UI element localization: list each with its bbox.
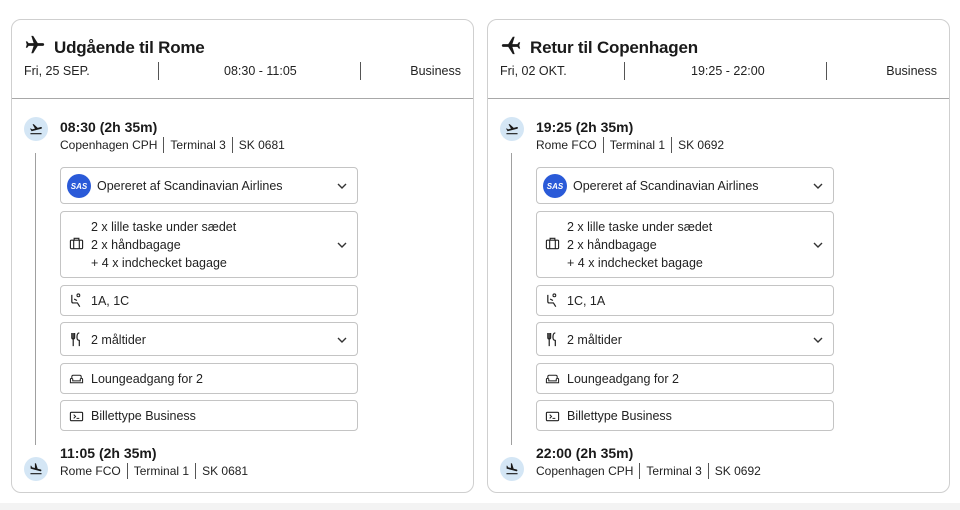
lounge-item: Loungeadgang for 2: [60, 363, 358, 394]
seats-item: 1C, 1A: [536, 285, 834, 316]
chevron-down-icon: [813, 337, 823, 343]
ticket-label: Billettype Business: [567, 409, 672, 423]
baggage-dropdown[interactable]: 2 x lille taske under sædet 2 x håndbaga…: [60, 211, 358, 278]
seats-label: 1C, 1A: [567, 294, 606, 308]
return-title: Retur til Copenhagen: [530, 37, 698, 57]
return-arrival-info: Copenhagen CPH Terminal 3 SK 0692: [536, 463, 761, 479]
outbound-header: Udgående til Rome: [24, 34, 205, 61]
operator-dropdown[interactable]: SAS Opereret af Scandinavian Airlines: [60, 167, 358, 204]
seat-icon: [545, 293, 560, 308]
outbound-departure-time: 08:30 (2h 35m): [60, 119, 158, 135]
timeline-line: [35, 153, 36, 445]
return-arrival-time: 22:00 (2h 35m): [536, 445, 634, 461]
landing-icon: [500, 457, 524, 481]
divider: [360, 62, 361, 80]
cutlery-icon: [545, 332, 560, 347]
chevron-down-icon: [337, 183, 347, 189]
baggage-dropdown[interactable]: 2 x lille taske under sædet 2 x håndbaga…: [536, 211, 834, 278]
baggage-list: 2 x lille taske under sædet 2 x håndbaga…: [567, 220, 713, 270]
airplane-icon: [24, 34, 54, 61]
sofa-icon: [69, 372, 84, 387]
chevron-down-icon: [813, 242, 823, 248]
takeoff-icon: [500, 117, 524, 141]
cutlery-icon: [69, 332, 84, 347]
seat-icon: [69, 293, 84, 308]
divider: [826, 62, 827, 80]
takeoff-icon: [24, 117, 48, 141]
divider: [624, 62, 625, 80]
outbound-date: Fri, 25 SEP.: [24, 64, 90, 78]
meals-label: 2 måltider: [91, 333, 146, 347]
ticket-icon: [545, 409, 560, 424]
meals-dropdown[interactable]: 2 måltider: [60, 322, 358, 356]
seats-label: 1A, 1C: [91, 294, 130, 308]
return-card: Retur til Copenhagen Fri, 02 OKT. 19:25 …: [487, 19, 950, 493]
return-header: Retur til Copenhagen: [500, 34, 698, 61]
return-date: Fri, 02 OKT.: [500, 64, 567, 78]
ticket-item: Billettype Business: [536, 400, 834, 431]
outbound-cabin: Business: [410, 64, 461, 78]
return-departure-time: 19:25 (2h 35m): [536, 119, 634, 135]
divider: [158, 62, 159, 80]
outbound-meta: Fri, 25 SEP. 08:30 - 11:05 Business: [24, 62, 461, 80]
outbound-arrival-info: Rome FCO Terminal 1 SK 0681: [60, 463, 249, 479]
airplane-icon: [500, 34, 530, 61]
meals-dropdown[interactable]: 2 måltider: [536, 322, 834, 356]
landing-icon: [24, 457, 48, 481]
luggage-icon: [69, 236, 84, 251]
ticket-icon: [69, 409, 84, 424]
return-departure-info: Rome FCO Terminal 1 SK 0692: [536, 137, 725, 153]
outbound-departure-info: Copenhagen CPH Terminal 3 SK 0681: [60, 137, 285, 153]
timeline-line: [511, 153, 512, 445]
lounge-label: Loungeadgang for 2: [567, 372, 679, 386]
ticket-item: Billettype Business: [60, 400, 358, 431]
operator-dropdown[interactable]: SAS Opereret af Scandinavian Airlines: [536, 167, 834, 204]
luggage-icon: [545, 236, 560, 251]
outbound-arrival-time: 11:05 (2h 35m): [60, 445, 157, 461]
operator-label: Opereret af Scandinavian Airlines: [573, 179, 759, 193]
outbound-title: Udgående til Rome: [54, 37, 205, 57]
meals-label: 2 måltider: [567, 333, 622, 347]
sas-logo: SAS: [543, 174, 567, 198]
header-divider: [12, 98, 473, 99]
outbound-time-range: 08:30 - 11:05: [224, 64, 297, 78]
return-cabin: Business: [886, 64, 937, 78]
header-divider: [488, 98, 949, 99]
lounge-label: Loungeadgang for 2: [91, 372, 203, 386]
seats-item: 1A, 1C: [60, 285, 358, 316]
lounge-item: Loungeadgang for 2: [536, 363, 834, 394]
return-time-range: 19:25 - 22:00: [691, 64, 765, 78]
chevron-down-icon: [813, 183, 823, 189]
ticket-label: Billettype Business: [91, 409, 196, 423]
sas-logo: SAS: [67, 174, 91, 198]
operator-label: Opereret af Scandinavian Airlines: [97, 179, 283, 193]
chevron-down-icon: [337, 242, 347, 248]
return-meta: Fri, 02 OKT. 19:25 - 22:00 Business: [500, 62, 937, 80]
sofa-icon: [545, 372, 560, 387]
baggage-list: 2 x lille taske under sædet 2 x håndbaga…: [91, 220, 237, 270]
chevron-down-icon: [337, 337, 347, 343]
outbound-card: Udgående til Rome Fri, 25 SEP. 08:30 - 1…: [11, 19, 474, 493]
